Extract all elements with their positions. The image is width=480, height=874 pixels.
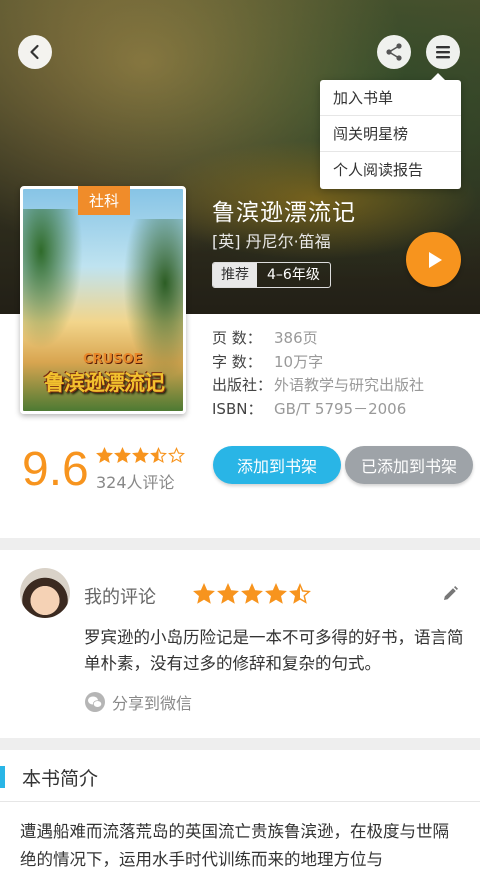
meta-value: 386页 — [274, 329, 318, 348]
synopsis-text: 遭遇船难而流落荒岛的英国流亡贵族鲁滨逊，在极度与世隔绝的情况下，运用水手时代训练… — [20, 822, 449, 869]
meta-words: 字 数： 10万字 — [212, 350, 424, 374]
grade-tag: 推荐 4–6年级 — [212, 262, 331, 288]
star-full-icon — [193, 583, 215, 604]
star-empty-icon — [168, 447, 185, 464]
meta-value: GB/T 5795－2006 — [274, 399, 407, 418]
rating-score: 9.6 — [22, 443, 89, 496]
star-full-icon — [241, 583, 263, 604]
grade-level: 4–6年级 — [267, 267, 320, 283]
category-badge: 社科 — [78, 186, 130, 215]
rating-stars — [96, 447, 185, 464]
more-menu: 加入书单 闯关明星榜 个人阅读报告 — [320, 73, 461, 189]
meta-pages: 页 数： 386页 — [212, 326, 424, 350]
section-divider — [0, 538, 480, 550]
meta-value: 10万字 — [274, 352, 324, 371]
star-full-icon — [96, 447, 113, 464]
meta-publisher: 出版社： 外语教学与研究出版社 — [212, 373, 424, 397]
share-icon — [386, 43, 402, 61]
avatar[interactable] — [20, 568, 70, 618]
added-to-shelf-button[interactable]: 已添加到书架 — [345, 446, 473, 484]
star-full-icon — [132, 447, 149, 464]
meta-key: 页 数： — [212, 329, 262, 348]
play-icon — [428, 251, 442, 268]
star-half-icon — [289, 583, 311, 604]
cover-title: 鲁滨逊漂流记 — [44, 371, 165, 395]
star-full-icon — [217, 583, 239, 604]
cover-subtitle: CRUSOE — [83, 352, 143, 367]
review-count[interactable]: 324人评论 — [96, 469, 175, 493]
meta-key: 字 数： — [212, 352, 262, 371]
wechat-icon — [85, 692, 105, 712]
book-meta: 页 数： 386页 字 数： 10万字 出版社： 外语教学与研究出版社 ISBN… — [212, 326, 424, 420]
menu-item-add-booklist[interactable]: 加入书单 — [320, 80, 461, 116]
my-review-text: 罗宾逊的小岛历险记是一本不可多得的好书，语言简单朴素，没有过多的修辞和复杂的句式… — [84, 628, 464, 673]
book-author: [英] 丹尼尔·笛福 — [212, 232, 331, 251]
play-audio-button[interactable] — [406, 232, 461, 287]
menu-button[interactable] — [426, 35, 460, 69]
cover-art-left — [23, 209, 83, 349]
book-cover[interactable]: CRUSOE 鲁滨逊漂流记 — [20, 186, 186, 414]
recommend-label: 推荐 — [213, 263, 257, 287]
synopsis-title: 本书简介 — [22, 768, 99, 790]
star-full-icon — [265, 583, 287, 604]
pencil-icon — [444, 586, 458, 600]
book-title: 鲁滨逊漂流记 — [212, 200, 356, 226]
meta-isbn: ISBN： GB/T 5795－2006 — [212, 397, 424, 421]
section-marker — [0, 766, 5, 788]
my-review-stars — [193, 583, 311, 605]
add-to-shelf-button[interactable]: 添加到书架 — [213, 446, 341, 484]
back-button[interactable] — [18, 35, 52, 69]
menu-icon — [436, 46, 450, 59]
share-button[interactable] — [377, 35, 411, 69]
menu-item-star-ranking[interactable]: 闯关明星榜 — [320, 116, 461, 152]
synopsis-header: 本书简介 — [0, 752, 480, 802]
share-to-wechat[interactable]: 分享到微信 — [84, 690, 192, 714]
meta-value: 外语教学与研究出版社 — [274, 376, 425, 395]
meta-key: ISBN： — [212, 399, 263, 418]
chevron-left-icon — [30, 44, 39, 60]
edit-review-button[interactable] — [440, 584, 460, 604]
meta-key: 出版社： — [212, 376, 273, 395]
star-half-icon — [150, 447, 167, 464]
star-full-icon — [114, 447, 131, 464]
section-divider — [0, 738, 480, 750]
share-label: 分享到微信 — [112, 694, 193, 713]
my-review-label: 我的评论 — [84, 587, 156, 608]
menu-item-reading-report[interactable]: 个人阅读报告 — [320, 152, 461, 188]
